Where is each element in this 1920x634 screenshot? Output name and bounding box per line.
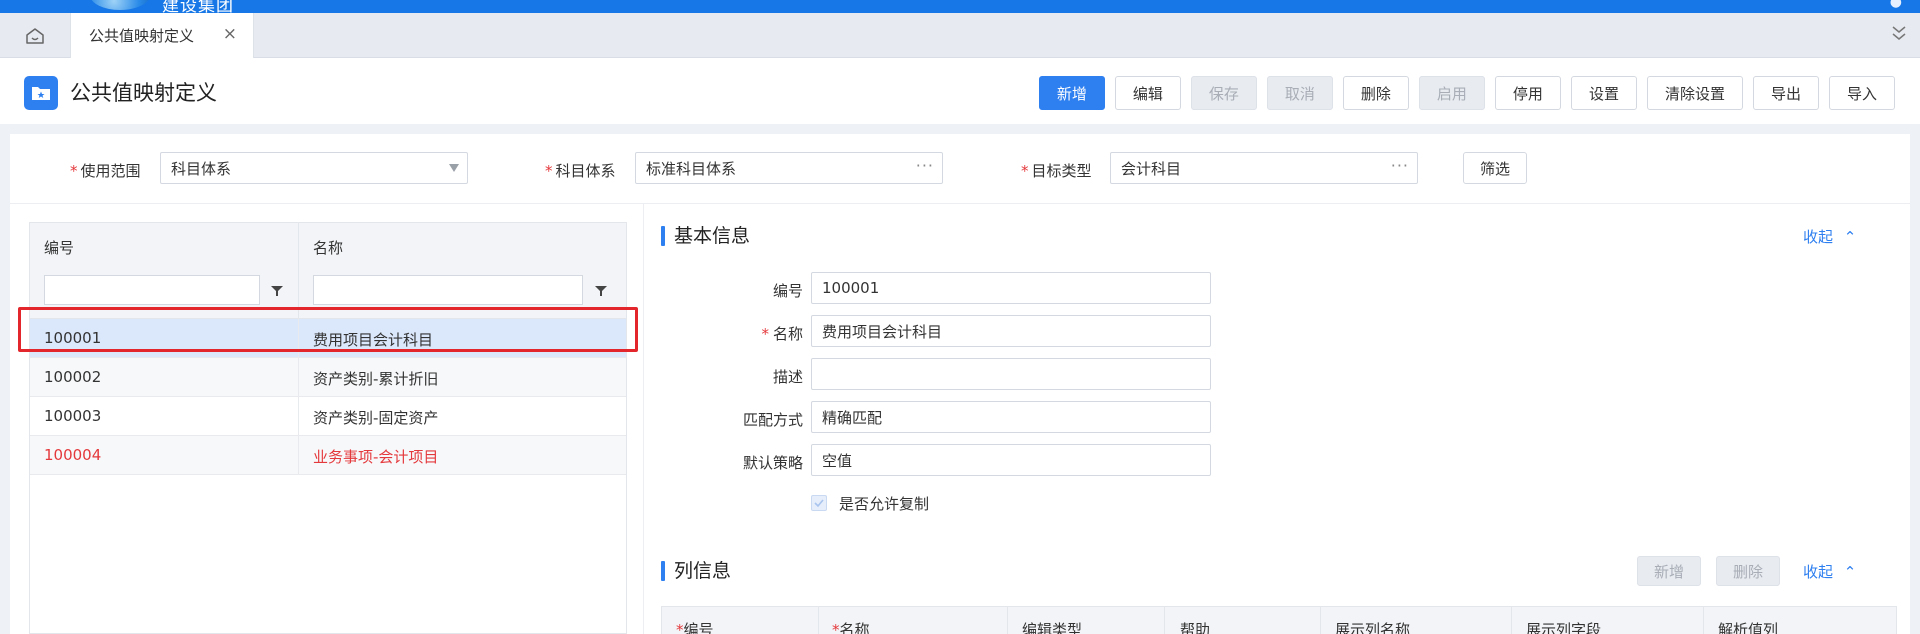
target-label: * 目标类型 <box>1021 162 1092 180</box>
allow-copy-label: 是否允许复制 <box>839 495 930 513</box>
th-display-column-field[interactable]: 展示列字段 <box>1526 619 1601 634</box>
settings-button[interactable]: 设置 <box>1570 76 1637 110</box>
row-name: 资产类别-固定资产 <box>313 409 439 427</box>
target-value: 会计科目 <box>1121 159 1182 178</box>
grid-header: 编号 名称 <box>30 223 626 319</box>
filter-bar: * 使用范围 科目体系 * 科目体系 标准科目体系 ··· * 目标类型 会计科目 ·… <box>10 134 1910 204</box>
row-code: 100001 <box>44 329 102 347</box>
row-code: 100003 <box>44 407 102 425</box>
column-divider[interactable] <box>298 223 299 319</box>
brand-name: 建设集团 <box>162 0 234 13</box>
brand-logo <box>90 0 150 10</box>
tab-label: 公共值映射定义 <box>89 27 195 45</box>
th-parse-value-column[interactable]: 解析值列 <box>1718 619 1778 634</box>
table-row[interactable]: 100003 资产类别-固定资产 <box>30 397 626 436</box>
column-add-button[interactable]: 新增 <box>1637 556 1702 586</box>
description-label: 描述 <box>772 368 803 386</box>
system-label: * 科目体系 <box>545 162 616 180</box>
th-code[interactable]: *编号 <box>676 619 714 634</box>
match-mode-label: 匹配方式 <box>742 411 803 429</box>
home-button[interactable] <box>0 13 70 58</box>
section-marker <box>661 561 665 581</box>
home-icon <box>26 27 44 44</box>
add-button[interactable]: 新增 <box>1038 76 1105 110</box>
column-header-code[interactable]: 编号 <box>44 237 74 258</box>
basic-info-collapse[interactable]: 收起 ⌃ <box>1803 226 1856 247</box>
export-button[interactable]: 导出 <box>1752 76 1819 110</box>
tab-public-value-mapping[interactable]: 公共值映射定义 × <box>70 13 254 58</box>
tab-strip: 公共值映射定义 × <box>0 13 1920 58</box>
row-name: 资产类别-累计折旧 <box>313 370 439 388</box>
description-field[interactable] <box>811 358 1211 390</box>
column-table-header: *编号 *名称 编辑类型 帮助 展示列名称 展示列字段 解析值列 <box>661 606 1897 634</box>
th-edit-type[interactable]: 编辑类型 <box>1022 619 1082 634</box>
column-info-title: 列信息 <box>674 560 732 582</box>
th-name[interactable]: *名称 <box>832 619 870 634</box>
filter-icon[interactable] <box>271 285 283 297</box>
mapping-grid: 编号 名称 100001 费用项目会计科目 100002 资产类别-累计折旧 1… <box>29 222 627 634</box>
code-label: 编号 <box>772 282 803 300</box>
name-field[interactable]: 费用项目会计科目 <box>811 315 1211 347</box>
delete-button[interactable]: 删除 <box>1342 76 1409 110</box>
row-code: 100004 <box>44 446 102 464</box>
system-value: 标准科目体系 <box>646 159 737 178</box>
target-lookup[interactable]: 会计科目 ··· <box>1110 152 1418 184</box>
page-header: 公共值映射定义 新增 编辑 保存 取消 删除 启用 停用 设置 清除设置 导出 … <box>0 58 1920 124</box>
save-button[interactable]: 保存 <box>1190 76 1257 110</box>
th-display-column-name[interactable]: 展示列名称 <box>1335 619 1410 634</box>
cancel-button[interactable]: 取消 <box>1266 76 1333 110</box>
more-icon[interactable]: ··· <box>1391 156 1409 175</box>
allow-copy-checkbox[interactable] <box>811 495 827 511</box>
chevron-up-icon: ⌃ <box>1843 228 1857 246</box>
edit-button[interactable]: 编辑 <box>1114 76 1181 110</box>
table-row[interactable]: 100001 费用项目会计科目 <box>30 319 626 358</box>
filter-icon[interactable] <box>595 285 607 297</box>
import-button[interactable]: 导入 <box>1828 76 1895 110</box>
clear-settings-button[interactable]: 清除设置 <box>1646 76 1743 110</box>
panel-splitter[interactable] <box>643 204 644 634</box>
scope-label: * 使用范围 <box>70 162 141 180</box>
row-name: 业务事项-会计项目 <box>313 448 439 466</box>
disable-button[interactable]: 停用 <box>1494 76 1561 110</box>
filter-button[interactable]: 筛选 <box>1463 152 1528 184</box>
scope-value: 科目体系 <box>171 159 232 178</box>
brand-bar: 建设集团 ● <box>0 0 1920 13</box>
match-mode-field[interactable]: 精确匹配 <box>811 401 1211 433</box>
page-title: 公共值映射定义 <box>70 81 217 105</box>
default-strategy-field[interactable]: 空值 <box>811 444 1211 476</box>
th-help[interactable]: 帮助 <box>1180 619 1210 634</box>
code-field[interactable]: 100001 <box>811 272 1211 304</box>
default-strategy-label: 默认策略 <box>742 454 803 472</box>
row-name: 费用项目会计科目 <box>313 331 434 349</box>
check-icon <box>814 499 824 508</box>
chevron-double-down-icon[interactable] <box>1890 23 1910 47</box>
table-row[interactable]: 100004 业务事项-会计项目 <box>30 436 626 475</box>
basic-info-title: 基本信息 <box>674 225 751 247</box>
table-row[interactable]: 100002 资产类别-累计折旧 <box>30 358 626 397</box>
name-label: * 名称 <box>761 325 803 343</box>
column-delete-button[interactable]: 删除 <box>1716 556 1781 586</box>
chevron-up-icon: ⌃ <box>1843 563 1857 581</box>
code-filter-input[interactable] <box>44 275 260 305</box>
close-icon[interactable]: × <box>223 24 237 44</box>
enable-button[interactable]: 启用 <box>1418 76 1485 110</box>
scope-select[interactable]: 科目体系 <box>160 152 468 184</box>
toolbar: 新增 编辑 保存 取消 删除 启用 停用 设置 清除设置 导出 导入 <box>1038 76 1895 110</box>
folder-star-icon <box>24 76 58 110</box>
row-code: 100002 <box>44 368 102 386</box>
column-header-name[interactable]: 名称 <box>313 237 343 258</box>
user-icon[interactable]: ● <box>1890 0 1902 10</box>
name-filter-input[interactable] <box>313 275 583 305</box>
caret-down-icon <box>449 164 459 172</box>
main-panel: * 使用范围 科目体系 * 科目体系 标准科目体系 ··· * 目标类型 会计科目 ·… <box>10 134 1910 634</box>
collapse-label: 收起 <box>1803 228 1834 246</box>
system-lookup[interactable]: 标准科目体系 ··· <box>635 152 943 184</box>
collapse-label: 收起 <box>1803 563 1834 581</box>
more-icon[interactable]: ··· <box>916 156 934 175</box>
section-marker <box>661 226 665 246</box>
column-info-collapse[interactable]: 收起 ⌃ <box>1803 561 1856 582</box>
